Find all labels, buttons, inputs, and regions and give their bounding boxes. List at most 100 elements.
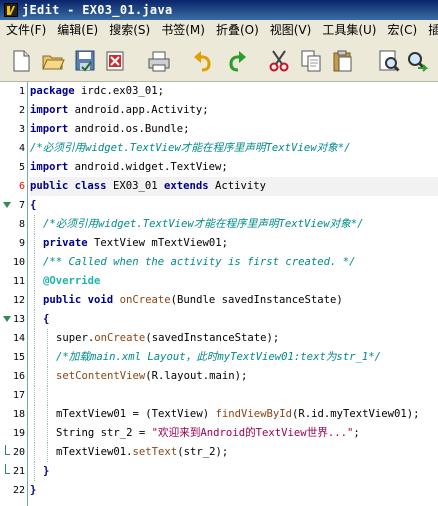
indent-guide — [34, 310, 35, 329]
code-line[interactable]: String str_2 = "欢迎来到Android的TextView世界..… — [30, 424, 438, 443]
menu-search[interactable]: 搜索(S) — [103, 20, 155, 40]
gutter-line[interactable]: 7 — [0, 196, 28, 215]
code-token: void — [87, 294, 114, 306]
gutter-line[interactable]: 17 — [0, 386, 28, 405]
code-token: public — [30, 180, 69, 192]
code-line[interactable]: /*必须引用widget.TextView才能在程序里声明TextView对象*… — [30, 215, 438, 234]
gutter-line[interactable]: 2 — [0, 101, 28, 120]
open-folder-icon — [42, 55, 65, 70]
gutter-line[interactable]: 13 — [0, 310, 28, 329]
code-line[interactable]: mTextView01.setText(str_2); — [30, 443, 438, 462]
code-text: package irdc.ex03_01; — [30, 82, 164, 101]
gutter-line[interactable]: 4 — [0, 139, 28, 158]
menu-macros[interactable]: 宏(C) — [381, 20, 422, 40]
code-token: TextView mTextView01; — [87, 237, 228, 249]
code-line[interactable]: public void onCreate(Bundle savedInstanc… — [30, 291, 438, 310]
line-number: 8 — [18, 219, 25, 230]
code-line[interactable]: } — [30, 481, 438, 500]
menu-folding[interactable]: 折叠(O) — [210, 20, 264, 40]
gutter-line[interactable]: 3 — [0, 120, 28, 139]
code-line[interactable]: mTextView01 = (TextView) findViewById(R.… — [30, 405, 438, 424]
code-token: /*加载main.xml Layout，此时myTextView01:text为… — [56, 351, 382, 363]
code-line[interactable]: /*加载main.xml Layout，此时myTextView01:text为… — [30, 348, 438, 367]
code-line[interactable]: super.onCreate(savedInstanceState); — [30, 329, 438, 348]
indent-guide — [34, 234, 35, 253]
code-view[interactable]: package irdc.ex03_01; import android.app.… — [30, 82, 438, 506]
indent-guide — [47, 405, 48, 424]
gutter-line[interactable]: 14 — [0, 329, 28, 348]
code-text: /** Called when the activity is first cr… — [43, 253, 356, 272]
line-number: 1 — [18, 86, 25, 97]
code-line[interactable]: @Override — [30, 272, 438, 291]
text-area[interactable]: 1 2 3 4 5 6 7 8 9 10 11 12 13 14 15 16 17 18 19 20 21 22 pack… — [0, 82, 438, 506]
fold-arrow-icon[interactable] — [3, 316, 11, 322]
gutter-line[interactable]: 5 — [0, 158, 28, 177]
code-token: mTextView01. — [56, 446, 133, 458]
gutter-line[interactable]: 10 — [0, 253, 28, 272]
line-number: 20 — [12, 447, 25, 458]
open-button[interactable] — [40, 48, 66, 74]
indent-guide — [47, 386, 48, 405]
current-code-line[interactable]: public class EX03_01 extends Activity — [30, 177, 438, 196]
code-token: import — [30, 104, 69, 116]
code-token: class — [74, 180, 107, 192]
close-button[interactable] — [102, 48, 128, 74]
copy-button[interactable] — [298, 48, 324, 74]
code-line[interactable]: /** Called when the activity is first cr… — [30, 253, 438, 272]
gutter-line[interactable]: 19 — [0, 424, 28, 443]
code-line[interactable]: } — [30, 462, 438, 481]
line-number: 6 — [18, 181, 25, 192]
code-token: /*必须引用widget.TextView才能在程序里声明TextView对象*… — [30, 142, 351, 154]
code-line[interactable]: { — [30, 310, 438, 329]
find-icon — [379, 50, 400, 72]
menu-file[interactable]: 文件(F) — [0, 20, 51, 40]
cut-button[interactable] — [266, 48, 292, 74]
code-line[interactable]: /*必须引用widget.TextView才能在程序里声明TextView对象*… — [30, 139, 438, 158]
gutter-line[interactable]: 1 — [0, 82, 28, 101]
menu-markers[interactable]: 书签(M) — [155, 20, 210, 40]
code-line[interactable]: import android.widget.TextView; — [30, 158, 438, 177]
gutter-line[interactable]: 21 — [0, 462, 28, 481]
code-text: public void onCreate(Bundle savedInstanc… — [43, 291, 343, 310]
code-line[interactable]: setContentView(R.layout.main); — [30, 367, 438, 386]
gutter-line[interactable]: 8 — [0, 215, 28, 234]
code-token: } — [30, 484, 37, 496]
menu-plugins[interactable]: 插 — [422, 20, 438, 40]
code-token: import — [30, 161, 69, 173]
code-token: EX03_01 — [106, 180, 164, 192]
code-token: /*必须引用widget.TextView才能在程序里声明TextView对象*… — [43, 218, 364, 230]
gutter-line[interactable]: 22 — [0, 481, 28, 500]
find-button[interactable] — [376, 48, 402, 74]
menu-utilities[interactable]: 工具集(U) — [316, 20, 381, 40]
gutter-line[interactable]: 6 — [0, 177, 28, 196]
gutter-line[interactable]: 20 — [0, 443, 28, 462]
menu-edit[interactable]: 编辑(E) — [51, 20, 103, 40]
indent-guide — [34, 386, 35, 405]
gutter-line[interactable]: 12 — [0, 291, 28, 310]
menu-view[interactable]: 视图(V) — [264, 20, 317, 40]
code-line[interactable]: import android.app.Activity; — [30, 101, 438, 120]
print-button[interactable] — [146, 48, 172, 74]
redo-button[interactable] — [224, 48, 250, 74]
undo-button[interactable] — [190, 48, 216, 74]
gutter-line[interactable]: 11 — [0, 272, 28, 291]
save-button[interactable] — [72, 48, 98, 74]
code-line[interactable]: { — [30, 196, 438, 215]
paste-button[interactable] — [330, 48, 356, 74]
code-line[interactable] — [30, 386, 438, 405]
code-line[interactable]: package irdc.ex03_01; — [30, 82, 438, 101]
find-next-button[interactable] — [404, 48, 430, 74]
code-token: import — [30, 123, 69, 135]
code-line[interactable]: import android.os.Bundle; — [30, 120, 438, 139]
gutter-line[interactable]: 15 — [0, 348, 28, 367]
indent-guide — [34, 367, 35, 386]
code-line[interactable]: private TextView mTextView01; — [30, 234, 438, 253]
new-button[interactable] — [8, 48, 34, 74]
gutter-line[interactable]: 9 — [0, 234, 28, 253]
code-token: /** Called when the activity is first cr… — [43, 256, 356, 268]
line-number: 4 — [18, 143, 25, 154]
gutter-line[interactable]: 18 — [0, 405, 28, 424]
indent-guide — [34, 329, 35, 348]
gutter-line[interactable]: 16 — [0, 367, 28, 386]
fold-arrow-icon[interactable] — [3, 202, 11, 208]
